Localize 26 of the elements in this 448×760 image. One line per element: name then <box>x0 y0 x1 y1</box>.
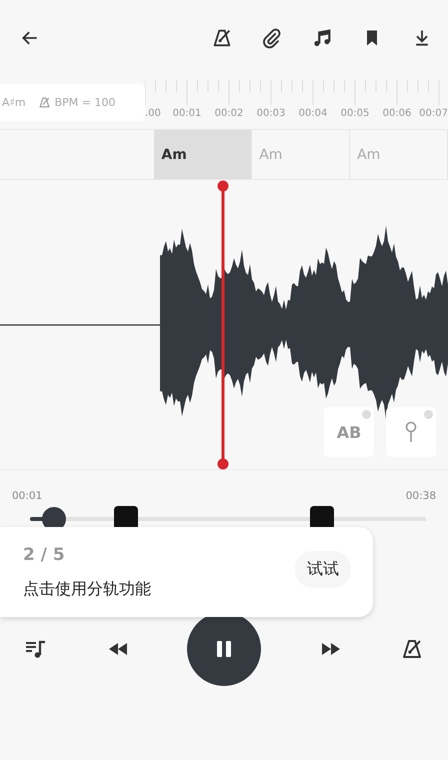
time-label: 00:05 <box>340 108 370 119</box>
bpm-label: BPM = 100 <box>54 96 116 109</box>
total-time: 00:38 <box>406 490 436 502</box>
time-label: 00:01 <box>172 108 202 119</box>
playhead[interactable] <box>217 180 229 470</box>
time-label: 00:03 <box>256 108 286 119</box>
time-label: 00:06 <box>382 108 412 119</box>
chord-cell[interactable]: Am <box>252 130 350 179</box>
plus-icon <box>424 410 433 419</box>
pin-icon <box>404 421 418 443</box>
metronome-icon <box>38 96 51 109</box>
time-label: .00 <box>145 108 162 119</box>
chord-cell[interactable]: Am <box>154 130 252 179</box>
time-label: 00:02 <box>214 108 244 119</box>
step-counter: 2 / 5 <box>23 544 66 564</box>
chord-cell[interactable]: Am <box>350 130 448 179</box>
time-label: 00:04 <box>298 108 328 119</box>
try-button[interactable]: 试试 <box>295 550 351 588</box>
plus-icon <box>362 410 371 419</box>
time-label: 00:07 <box>418 108 448 119</box>
ab-loop-button[interactable]: AB <box>324 407 374 457</box>
metronome-button[interactable] <box>400 637 424 661</box>
key-label: A♯m <box>2 96 26 109</box>
current-time: 00:01 <box>12 490 42 502</box>
pause-icon <box>215 640 233 658</box>
tip-message: 点击使用分轨功能 <box>23 578 151 600</box>
